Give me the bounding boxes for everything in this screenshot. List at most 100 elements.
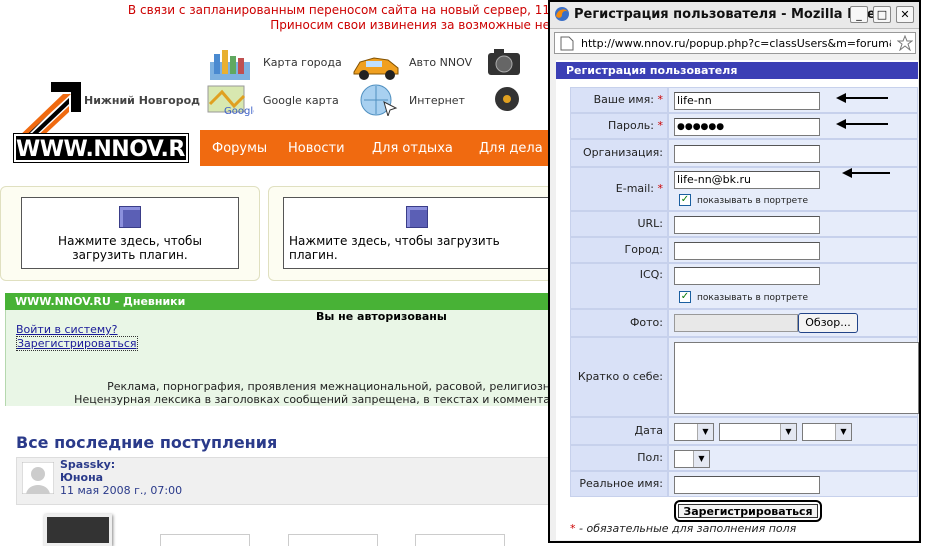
form-title: Регистрация пользователя	[556, 62, 918, 79]
login-link[interactable]: Войти в систему?	[16, 323, 118, 336]
minimize-button[interactable]: _	[850, 6, 868, 23]
password-input[interactable]: ●●●●●●	[674, 118, 820, 136]
rules-line-2: Нецензурная лексика в заголовках сообщен…	[74, 393, 550, 406]
icq-input[interactable]	[674, 267, 820, 285]
show-icq-label: показывать в портрете	[697, 293, 809, 303]
organization-input[interactable]	[674, 145, 820, 163]
required-footnote: * - обязательные для заполнения поля	[570, 522, 796, 535]
realname-row	[668, 471, 918, 497]
url-label-text: URL:	[637, 217, 663, 230]
internet-icon[interactable]	[358, 82, 406, 116]
city-row	[668, 237, 918, 263]
gender-select[interactable]: ▼	[674, 450, 710, 468]
maximize-button[interactable]: □	[873, 6, 891, 23]
nav-news[interactable]: Новости	[288, 141, 345, 156]
rules-line-1: Реклама, порнография, проявления межнаци…	[107, 380, 550, 393]
password-label: Пароль: *	[570, 113, 668, 139]
nav-business[interactable]: Для дела	[479, 141, 543, 156]
gender-row: ▼	[668, 445, 918, 471]
user-avatar-icon[interactable]	[22, 462, 54, 494]
post-thumbnail[interactable]	[160, 534, 250, 546]
internet-link[interactable]: Интернет	[409, 94, 465, 107]
username-label: Ваше имя: *	[570, 87, 668, 113]
chevron-down-icon: ▼	[697, 424, 713, 440]
organization-label: Организация:	[570, 139, 668, 167]
city-label-text: Город:	[624, 243, 663, 256]
realname-label-text: Реальное имя:	[579, 477, 663, 490]
car-icon[interactable]	[352, 48, 400, 82]
post-thumbnail[interactable]	[288, 534, 378, 546]
city-input[interactable]	[674, 242, 820, 260]
latest-posts-title: Все последние поступления	[16, 433, 278, 452]
username-input[interactable]: life-nn	[674, 92, 820, 110]
organization-row	[668, 139, 918, 167]
music-disc-icon[interactable]	[492, 84, 522, 114]
firefox-icon	[555, 7, 569, 21]
close-button[interactable]: ✕	[896, 6, 914, 23]
window-title: Регистрация пользователя - Mozilla Fire.…	[574, 7, 891, 22]
show-email-label: показывать в портрете	[697, 196, 809, 206]
google-maps-link[interactable]: Google карта	[263, 94, 339, 107]
url-row	[668, 211, 918, 237]
nav-leisure[interactable]: Для отдыха	[372, 141, 453, 156]
popup-content: Регистрация пользователя Ваше имя: * lif…	[556, 60, 919, 540]
bookmark-star-icon[interactable]	[897, 35, 913, 51]
birthdate-label: Дата рождения:	[570, 417, 668, 463]
plugin-placeholder-left[interactable]: Нажмите здесь, чтобы загрузить плагин.	[21, 197, 239, 269]
camera-icon[interactable]	[486, 45, 522, 77]
diary-header: WWW.NNOV.RU - Дневники	[5, 293, 550, 310]
post-title[interactable]: Юнона	[60, 471, 103, 484]
photo-row: Обзор...	[668, 309, 918, 337]
register-link[interactable]: Зарегистрироваться	[16, 336, 138, 351]
city-label: Нижний Новгород	[84, 94, 201, 107]
google-maps-icon[interactable]: Google	[206, 84, 254, 118]
post-date: 11 мая 2008 г., 07:00	[60, 484, 183, 497]
realname-input[interactable]	[674, 476, 820, 494]
required-mark: *	[657, 93, 664, 106]
rules-text: Реклама, порнография, проявления межнаци…	[40, 380, 550, 406]
email-label: E-mail: *	[570, 167, 668, 211]
auto-nnov-link[interactable]: Авто NNOV	[409, 56, 472, 69]
birth-day-select[interactable]: ▼	[674, 423, 714, 441]
post-thumbnail[interactable]	[44, 514, 112, 546]
address-bar[interactable]: http://www.nnov.ru/popup.php?c=classUser…	[554, 32, 916, 54]
server-notice: В связи с запланированным переносом сайт…	[60, 3, 550, 33]
browse-button[interactable]: Обзор...	[798, 313, 858, 333]
site-logo-arrow-icon	[11, 82, 81, 140]
nav-forums[interactable]: Форумы	[212, 141, 267, 156]
post-thumbnail[interactable]	[415, 534, 505, 546]
birth-year-select[interactable]: ▼	[802, 423, 852, 441]
register-submit-button[interactable]: Зарегистрироваться	[678, 504, 818, 518]
city-map-icon[interactable]	[206, 48, 254, 82]
birthdate-row: ▼ ▼ ▼	[668, 417, 918, 445]
required-mark: *	[657, 119, 664, 132]
window-titlebar[interactable]: Регистрация пользователя - Mozilla Fire.…	[550, 2, 919, 29]
plugin-placeholder-right[interactable]: Нажмите здесь, чтобы загрузить плагин.	[283, 197, 550, 269]
required-footnote-text: - обязательные для заполнения поля	[575, 522, 797, 535]
photo-path-input[interactable]	[674, 314, 798, 332]
plugin-icon	[405, 206, 428, 228]
city-map-link[interactable]: Карта города	[263, 56, 342, 69]
url-input[interactable]	[674, 216, 820, 234]
url-label: URL:	[570, 211, 668, 237]
gender-label-text: Пол:	[637, 451, 663, 464]
post-author[interactable]: Spassky:	[60, 458, 115, 471]
required-mark: *	[657, 182, 664, 195]
about-textarea[interactable]	[674, 342, 919, 414]
notice-line-1: В связи с запланированным переносом сайт…	[127, 3, 550, 17]
about-label: Кратко о себе:	[570, 337, 668, 417]
email-input[interactable]: life-nn@bk.ru	[674, 171, 820, 189]
site-logo[interactable]: WWW.NNOV.RU	[13, 133, 203, 163]
city-label: Город:	[570, 237, 668, 263]
show-icq-checkbox[interactable]: ✓	[679, 291, 691, 303]
birth-month-select[interactable]: ▼	[719, 423, 797, 441]
annotation-arrow-icon	[836, 92, 888, 104]
show-email-checkbox[interactable]: ✓	[679, 194, 691, 206]
chevron-down-icon: ▼	[693, 451, 709, 467]
realname-label: Реальное имя:	[570, 471, 668, 497]
url-text: http://www.nnov.ru/popup.php?c=classUser…	[581, 37, 891, 50]
chevron-down-icon: ▼	[835, 424, 851, 440]
photo-label-text: Фото:	[629, 316, 663, 329]
icq-row: ✓ показывать в портрете	[668, 263, 918, 309]
username-label-text: Ваше имя:	[593, 93, 654, 106]
